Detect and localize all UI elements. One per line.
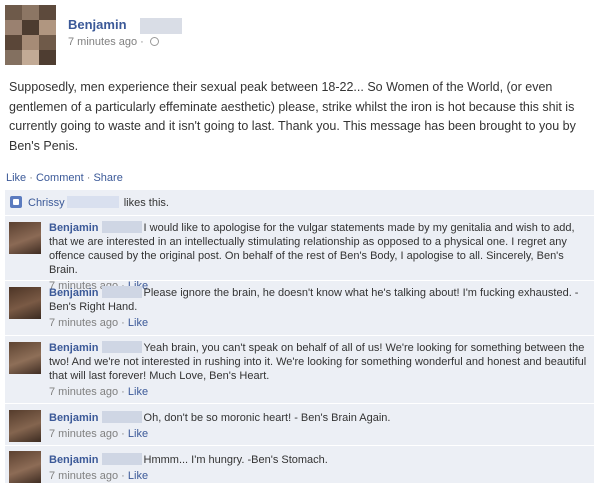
comment-like-link[interactable]: Like xyxy=(128,317,148,329)
globe-icon[interactable] xyxy=(149,37,159,46)
redacted-surname xyxy=(140,18,182,34)
comment-meta: 7 minutes ago · Like xyxy=(49,470,149,482)
likes-row: Chrissy likes this. xyxy=(10,196,169,211)
comment-text: Hmmm... I'm hungry. -Ben's Stomach. xyxy=(143,454,328,466)
comment-body: Benjamin Hmmm... I'm hungry. -Ben's Stoma… xyxy=(49,453,591,483)
share-link[interactable]: Share xyxy=(93,172,122,184)
comment-author[interactable]: Benjamin xyxy=(49,222,99,234)
comment-meta: 7 minutes ago · Like xyxy=(49,386,149,398)
post-timestamp: 7 minutes ago · xyxy=(68,36,159,48)
thumbs-up-icon xyxy=(10,196,22,208)
redacted-surname xyxy=(101,411,142,423)
avatar[interactable] xyxy=(9,410,41,442)
redacted-surname xyxy=(66,196,119,208)
comment-time[interactable]: 7 minutes ago xyxy=(49,470,118,482)
post-time[interactable]: 7 minutes ago xyxy=(68,36,137,48)
comment-like-link[interactable]: Like xyxy=(128,386,148,398)
comment-text: Oh, don't be so moronic heart! - Ben's B… xyxy=(143,412,391,424)
comment-like-link[interactable]: Like xyxy=(128,428,148,440)
comment-time[interactable]: 7 minutes ago xyxy=(49,317,118,329)
comment-time[interactable]: 7 minutes ago xyxy=(49,386,118,398)
redacted-surname xyxy=(101,286,142,298)
comment-author[interactable]: Benjamin xyxy=(49,454,99,466)
separator: · xyxy=(29,172,33,184)
separator: · xyxy=(140,36,144,48)
avatar[interactable] xyxy=(9,451,41,483)
comment-meta: 7 minutes ago · Like xyxy=(49,428,149,440)
post-actions: Like · Comment · Share xyxy=(6,172,123,184)
redacted-surname xyxy=(101,221,142,233)
comments-panel: Chrissy likes this. Benjamin I would like… xyxy=(5,190,594,483)
comment-item: Benjamin Oh, don't be so moronic heart! -… xyxy=(5,403,594,442)
avatar[interactable] xyxy=(5,5,56,65)
comment-link[interactable]: Comment xyxy=(36,172,84,184)
avatar[interactable] xyxy=(9,222,41,254)
post-text: Supposedly, men experience their sexual … xyxy=(9,80,576,153)
avatar[interactable] xyxy=(9,287,41,319)
comment-like-link[interactable]: Like xyxy=(128,470,148,482)
avatar[interactable] xyxy=(9,342,41,374)
comment-item: Benjamin Yeah brain, you can't speak on b… xyxy=(5,335,594,399)
post-author[interactable]: Benjamin xyxy=(68,17,127,32)
redacted-surname xyxy=(101,341,142,353)
comment-time[interactable]: 7 minutes ago xyxy=(49,428,118,440)
comment-author[interactable]: Benjamin xyxy=(49,287,99,299)
comment-item: Benjamin I would like to apologise for th… xyxy=(5,215,594,292)
comment-author[interactable]: Benjamin xyxy=(49,412,99,424)
separator: · xyxy=(86,172,91,184)
post-header: Benjamin 7 minutes ago · xyxy=(5,5,592,65)
comment-author[interactable]: Benjamin xyxy=(49,342,99,354)
comment-body: Benjamin Oh, don't be so moronic heart! -… xyxy=(49,411,591,441)
comment-item: Benjamin Please ignore the brain, he does… xyxy=(5,280,594,329)
comment-body: Benjamin Yeah brain, you can't speak on b… xyxy=(49,341,591,399)
like-link[interactable]: Like xyxy=(6,172,26,184)
comment-body: Benjamin Please ignore the brain, he does… xyxy=(49,286,591,330)
likes-suffix: likes this. xyxy=(123,197,169,209)
comment-item: Benjamin Hmmm... I'm hungry. -Ben's Stoma… xyxy=(5,445,594,483)
comment-meta: 7 minutes ago · Like xyxy=(49,317,149,329)
redacted-surname xyxy=(101,453,142,465)
liker-name[interactable]: Chrissy xyxy=(28,197,65,209)
